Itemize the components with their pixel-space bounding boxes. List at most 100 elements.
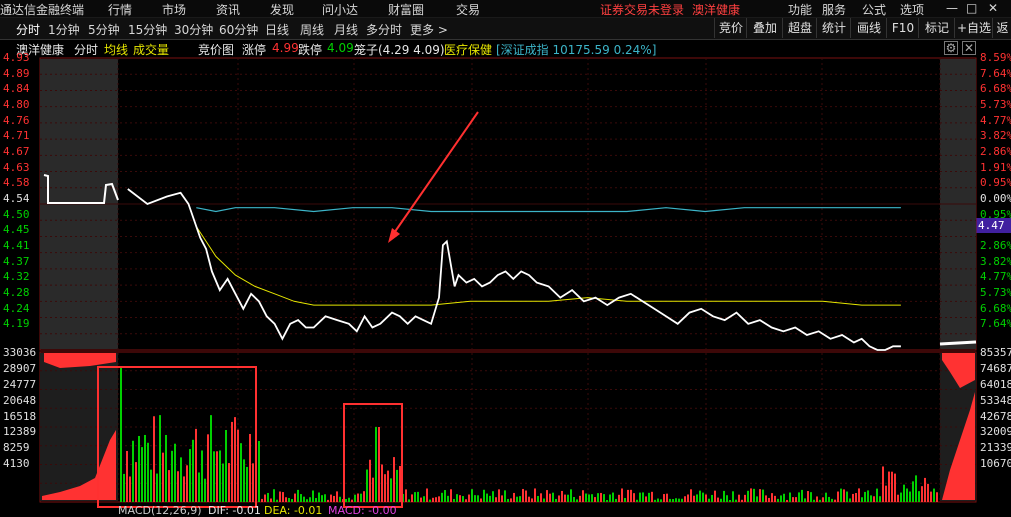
volume-bar (495, 497, 497, 502)
volume-bar (867, 490, 869, 502)
volume-bar (396, 469, 398, 502)
volume-bar (315, 498, 317, 502)
volume-bar (183, 476, 185, 502)
volume-bar (492, 491, 494, 502)
volume-bar (603, 494, 605, 502)
volume-bar (336, 491, 338, 502)
volume-bar (258, 440, 260, 502)
volume-bar (789, 492, 791, 502)
volume-bar (279, 491, 281, 502)
volume-bar (855, 493, 857, 502)
volume-bar (393, 457, 395, 502)
volume-bar (288, 497, 290, 502)
volume-bar (585, 493, 587, 502)
volume-bar (765, 495, 767, 502)
volume-bar (240, 443, 242, 502)
volume-bar (759, 489, 761, 502)
volume-bar (774, 495, 776, 502)
macd-label: MACD(12,26,9) (118, 504, 202, 517)
volume-bar (915, 475, 917, 502)
volume-bar (150, 469, 152, 502)
volume-bar (687, 494, 689, 502)
volume-bar (507, 498, 509, 502)
volume-bar (936, 492, 938, 502)
volume-bar (444, 490, 446, 502)
volume-bar (165, 434, 167, 502)
volume-bar (636, 499, 638, 502)
volume-bar (573, 497, 575, 502)
volume-bar (615, 498, 617, 502)
volume-bar (675, 498, 677, 502)
volume-bar (738, 494, 740, 502)
volume-bar (657, 498, 659, 502)
volume-bar (309, 497, 311, 502)
volume-bar (147, 442, 149, 502)
volume-bar (303, 496, 305, 502)
volume-bar (921, 486, 923, 502)
volume-bar (297, 489, 299, 502)
volume-bar (486, 493, 488, 502)
volume-bar (900, 492, 902, 502)
volume-bar (243, 459, 245, 502)
volume-bar (426, 488, 428, 502)
volume-bar (333, 495, 335, 502)
volume-bar (207, 434, 209, 502)
volume-bar (621, 488, 623, 502)
intraday-chart[interactable] (0, 0, 1011, 516)
volume-bar (528, 496, 530, 502)
volume-bar (924, 477, 926, 502)
volume-bar (291, 499, 293, 502)
volume-bar (588, 494, 590, 502)
annotation-arrow-line (391, 111, 479, 237)
volume-bar (822, 497, 824, 502)
volume-bar (651, 491, 653, 502)
volume-bar (639, 492, 641, 502)
volume-bar (744, 494, 746, 502)
volume-bar (153, 416, 155, 502)
volume-bar (171, 450, 173, 502)
volume-bar (591, 494, 593, 502)
volume-bar (141, 447, 143, 502)
volume-bar (852, 493, 854, 502)
volume-bar (702, 492, 704, 502)
volume-bar (732, 491, 734, 502)
volume-bar (891, 471, 893, 502)
volume-bar (372, 477, 374, 502)
volume-bar (345, 499, 347, 502)
volume-bar (609, 494, 611, 502)
volume-bar (792, 497, 794, 502)
volume-bar (720, 498, 722, 502)
volume-bar (564, 494, 566, 502)
volume-bar (786, 499, 788, 502)
volume-bar (465, 499, 467, 502)
volume-bar (618, 494, 620, 502)
volume-bar (246, 466, 248, 502)
volume-bar (195, 428, 197, 502)
volume-bar (318, 492, 320, 502)
volume-bar (294, 493, 296, 502)
volume-bar (510, 498, 512, 502)
volume-bar (198, 472, 200, 502)
volume-bar (249, 433, 251, 502)
volume-bar (489, 495, 491, 502)
volume-bar (663, 494, 665, 502)
volume-bar (264, 494, 266, 502)
volume-bar (570, 489, 572, 502)
volume-bar (894, 473, 896, 502)
volume-bar (504, 490, 506, 502)
volume-bar (435, 497, 437, 502)
volume-bar (501, 495, 503, 502)
volume-bar (300, 494, 302, 502)
volume-bar (714, 490, 716, 502)
volume-bar (669, 498, 671, 502)
volume-bar (522, 488, 524, 502)
volume-bar (441, 492, 443, 502)
volume-bar (612, 492, 614, 502)
volume-bar (837, 491, 839, 502)
volume-bar (450, 489, 452, 502)
volume-bar (531, 498, 533, 502)
volume-bar (156, 473, 158, 502)
volume-bar (513, 492, 515, 502)
volume-bar (327, 499, 329, 502)
volume-bar (252, 463, 254, 502)
